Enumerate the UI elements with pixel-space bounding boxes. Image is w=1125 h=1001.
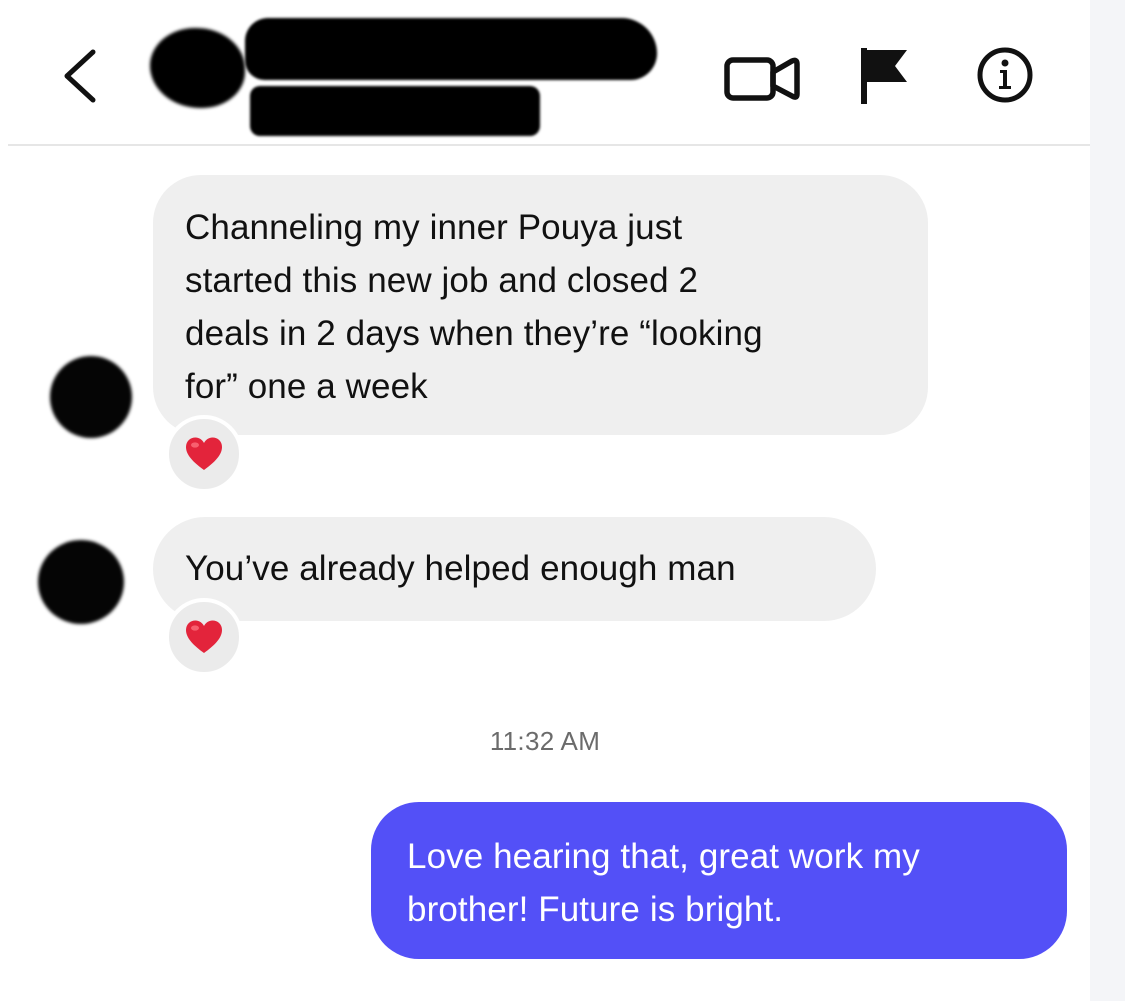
sender-avatar-redacted[interactable]	[50, 356, 132, 438]
heart-reaction[interactable]	[165, 415, 243, 493]
contact-username-redacted	[250, 86, 540, 136]
header-divider	[8, 144, 1090, 146]
heart-icon	[186, 437, 222, 470]
message-line: for” one a week	[185, 367, 428, 406]
message-timestamp: 11:32 AM	[489, 726, 601, 756]
chat-header	[0, 0, 1090, 145]
right-edge-strip	[1090, 0, 1125, 1001]
message-line: Channeling my inner Pouya just	[185, 208, 683, 247]
info-icon	[977, 47, 1033, 103]
heart-reaction[interactable]	[165, 598, 243, 676]
message-line: brother! Future is bright.	[407, 890, 784, 929]
video-camera-icon	[724, 57, 800, 101]
message-line: started this new job and closed 2	[185, 261, 699, 300]
message-line: Love hearing that, great work my	[407, 837, 920, 876]
flag-icon	[861, 48, 907, 104]
heart-icon	[186, 620, 222, 653]
message-line: deals in 2 days when they’re “looking	[185, 314, 763, 353]
report-button[interactable]	[855, 42, 915, 108]
message-line: You’ve already helped enough man	[185, 549, 736, 588]
sender-avatar-redacted[interactable]	[38, 540, 124, 624]
contact-avatar-redacted[interactable]	[150, 28, 245, 108]
message-bubble-outgoing[interactable]: Love hearing that, great work my brother…	[371, 802, 1067, 959]
message-bubble-incoming[interactable]: Channeling my inner Pouya just started t…	[153, 175, 928, 435]
video-call-button[interactable]	[722, 48, 802, 106]
message-bubble-incoming[interactable]: You’ve already helped enough man	[153, 517, 876, 621]
contact-name-redacted[interactable]	[245, 18, 657, 80]
back-button[interactable]	[55, 40, 115, 110]
chevron-left-icon	[64, 49, 96, 103]
info-button[interactable]	[974, 44, 1036, 106]
